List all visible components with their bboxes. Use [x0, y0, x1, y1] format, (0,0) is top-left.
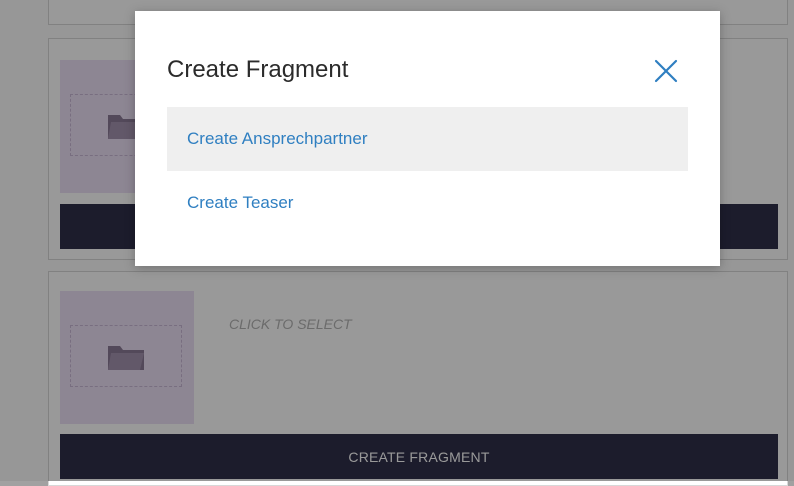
fragment-type-list: Create Ansprechpartner Create Teaser	[167, 107, 688, 235]
close-icon	[654, 59, 678, 83]
close-button[interactable]	[651, 56, 681, 86]
dialog-title: Create Fragment	[167, 56, 349, 83]
menu-item-create-teaser[interactable]: Create Teaser	[167, 171, 688, 235]
create-fragment-dialog: Create Fragment Create Ansprechpartner C…	[135, 11, 720, 266]
menu-item-create-ansprechpartner[interactable]: Create Ansprechpartner	[167, 107, 688, 171]
